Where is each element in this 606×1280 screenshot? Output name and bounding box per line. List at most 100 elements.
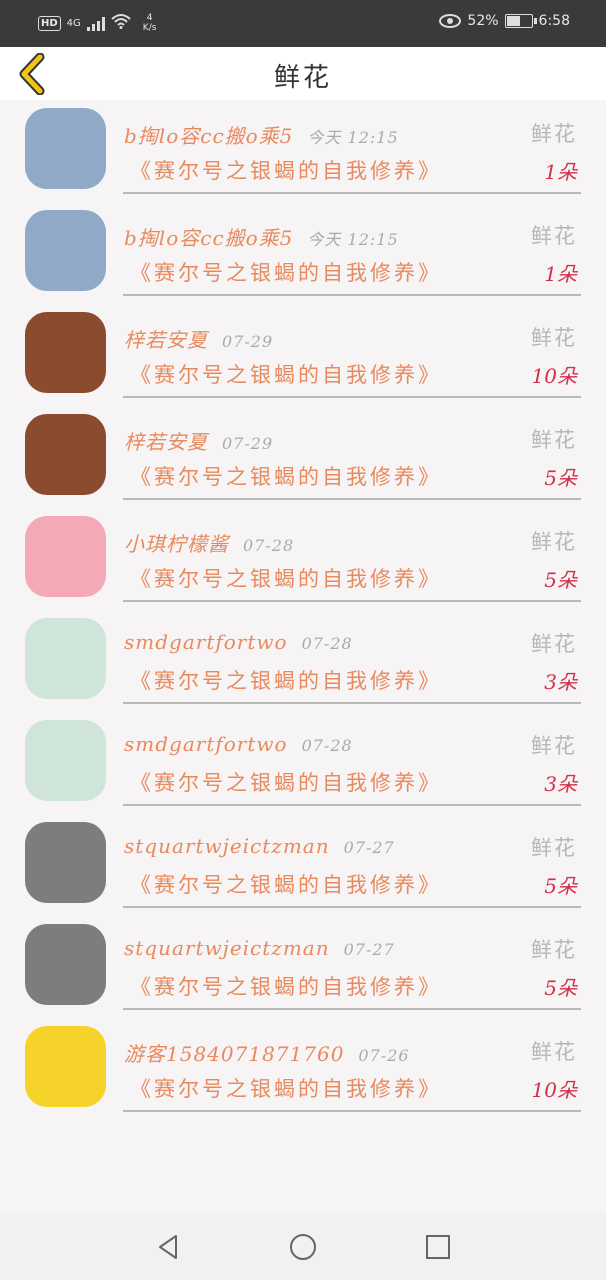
avatar[interactable] [25,108,106,189]
user-name: 小琪柠檬酱 07-28 [124,528,294,557]
list-item[interactable]: 游客1584071871760 07-26 鲜花《赛尔号之银蝎的自我修养》 10朵 [0,1018,606,1120]
user-name-text: 小琪柠檬酱 [124,532,229,556]
gift-type: 鲜花 [531,1040,577,1064]
list-item[interactable]: b掏lo容cc搬o乘5 今天 12:15 鲜花《赛尔号之银蝎的自我修养》 1朵 [0,100,606,202]
gift-type: 鲜花 [531,632,577,656]
list-item[interactable]: stquartwjeictzman 07-27 鲜花 《赛尔号之银蝎的自我修养》 5朵 [0,916,606,1018]
user-name-text: b掏lo容cc搬o乘5 [124,226,294,250]
user-name-text: 游客1584071871760 [124,1042,345,1066]
clock: 6:58 [538,13,570,29]
gift-count: 1朵 [544,160,577,184]
user-name-text: b掏lo容cc搬o乘5 [124,124,294,148]
hd-badge: HD [38,15,61,31]
timestamp: 07-29 [222,332,274,351]
wifi-icon [111,13,131,33]
user-name: smdgartfortwo 07-28 [124,630,353,654]
eye-comfort-icon [439,14,462,28]
gift-type: 鲜花 [531,938,577,962]
nav-recents-icon[interactable] [423,1232,453,1262]
timestamp: 07-28 [301,634,353,653]
timestamp: 07-27 [343,838,395,857]
book-title: 《赛尔号之银蝎的自我修养》 [130,363,442,387]
system-nav-bar [0,1212,606,1280]
avatar[interactable] [25,516,106,597]
gift-count: 5朵 [544,466,577,490]
gift-type: 鲜花 [531,428,577,452]
list-item[interactable]: smdgartfortwo 07-28 鲜花 《赛尔号之银蝎的自我修养》 3朵 [0,610,606,712]
user-name-text: 梓若安夏 [124,328,208,352]
network-speed: 4 K/s [143,13,157,33]
divider [123,1008,581,1010]
gift-count: 3朵 [544,772,577,796]
user-name: 梓若安夏 07-29 [124,324,273,353]
signal-icon [86,15,105,31]
user-name-text: smdgartfortwo [124,732,288,756]
user-name-text: 梓若安夏 [124,430,208,454]
list-item[interactable]: 梓若安夏 07-29 鲜花《赛尔号之银蝎的自我修养》 5朵 [0,406,606,508]
flower-list: b掏lo容cc搬o乘5 今天 12:15 鲜花 《赛尔号之银蝎的自我修养》 1朵 b掏lo… [0,100,606,1120]
avatar[interactable] [25,822,106,903]
status-bar: HD 4G 4 K/s 52% 6:58 [0,0,606,47]
avatar[interactable] [25,618,106,699]
avatar[interactable] [25,1026,106,1107]
user-name: stquartwjeictzman 07-27 [124,936,395,960]
book-title: 《赛尔号之银蝎的自我修养》 [130,669,442,693]
network-type: 4G [66,17,81,29]
divider [123,600,581,602]
book-title: 《赛尔号之银蝎的自我修养》 [130,1077,442,1101]
list-item[interactable]: smdgartfortwo 07-28 鲜花《赛尔号之银蝎的自我修养》 3朵 [0,712,606,814]
book-title: 《赛尔号之银蝎的自我修养》 [130,975,442,999]
gift-count: 5朵 [544,568,577,592]
timestamp: 今天 12:15 [307,128,399,147]
timestamp: 07-26 [358,1046,410,1065]
timestamp: 07-29 [222,434,274,453]
gift-type: 鲜花 [531,224,577,248]
avatar[interactable] [25,414,106,495]
battery-percent: 52% [467,13,499,29]
user-name: b掏lo容cc搬o乘5 今天 12:15 [124,222,399,251]
status-right: 52% 6:58 [439,13,570,29]
user-name-text: stquartwjeictzman [124,936,330,960]
timestamp: 07-27 [343,940,395,959]
divider [123,804,581,806]
battery-icon [504,14,537,28]
book-title: 《赛尔号之银蝎的自我修养》 [130,771,442,795]
nav-back-icon[interactable] [154,1232,184,1262]
nav-home-icon[interactable] [288,1232,318,1262]
gift-type: 鲜花 [531,836,577,860]
book-title: 《赛尔号之银蝎的自我修养》 [130,261,442,285]
timestamp: 07-28 [301,736,353,755]
list-item[interactable]: b掏lo容cc搬o乘5 今天 12:15 鲜花《赛尔号之银蝎的自我修养》 1朵 [0,202,606,304]
top-bar: 鲜花 [0,47,606,100]
user-name: 梓若安夏 07-29 [124,426,273,455]
book-title: 《赛尔号之银蝎的自我修养》 [130,873,442,897]
list-item[interactable]: 梓若安夏 07-29 鲜花 《赛尔号之银蝎的自我修养》 10朵 [0,304,606,406]
user-name-text: stquartwjeictzman [124,834,330,858]
gift-count: 1朵 [544,262,577,286]
gift-count: 5朵 [544,874,577,898]
book-title: 《赛尔号之银蝎的自我修养》 [130,159,442,183]
user-name-text: smdgartfortwo [124,630,288,654]
list-item[interactable]: 小琪柠檬酱 07-28 鲜花 《赛尔号之银蝎的自我修养》 5朵 [0,508,606,610]
avatar[interactable] [25,720,106,801]
user-name: 游客1584071871760 07-26 [124,1038,410,1067]
divider [123,1110,581,1112]
page-title: 鲜花 [273,63,332,93]
divider [123,498,581,500]
avatar[interactable] [25,924,106,1005]
status-left: HD 4G 4 K/s [38,13,156,33]
avatar[interactable] [25,312,106,393]
user-name: b掏lo容cc搬o乘5 今天 12:15 [124,120,399,149]
gift-count: 10朵 [531,364,577,388]
speed-value: 4 [146,13,153,23]
list-item[interactable]: stquartwjeictzman 07-27 鲜花《赛尔号之银蝎的自我修养》 5朵 [0,814,606,916]
avatar[interactable] [25,210,106,291]
book-title: 《赛尔号之银蝎的自我修养》 [130,465,442,489]
divider [123,906,581,908]
gift-count: 10朵 [531,1078,577,1102]
gift-type: 鲜花 [531,734,577,758]
timestamp: 07-28 [243,536,295,555]
gift-type: 鲜花 [531,122,577,146]
divider [123,702,581,704]
timestamp: 今天 12:15 [307,230,399,249]
